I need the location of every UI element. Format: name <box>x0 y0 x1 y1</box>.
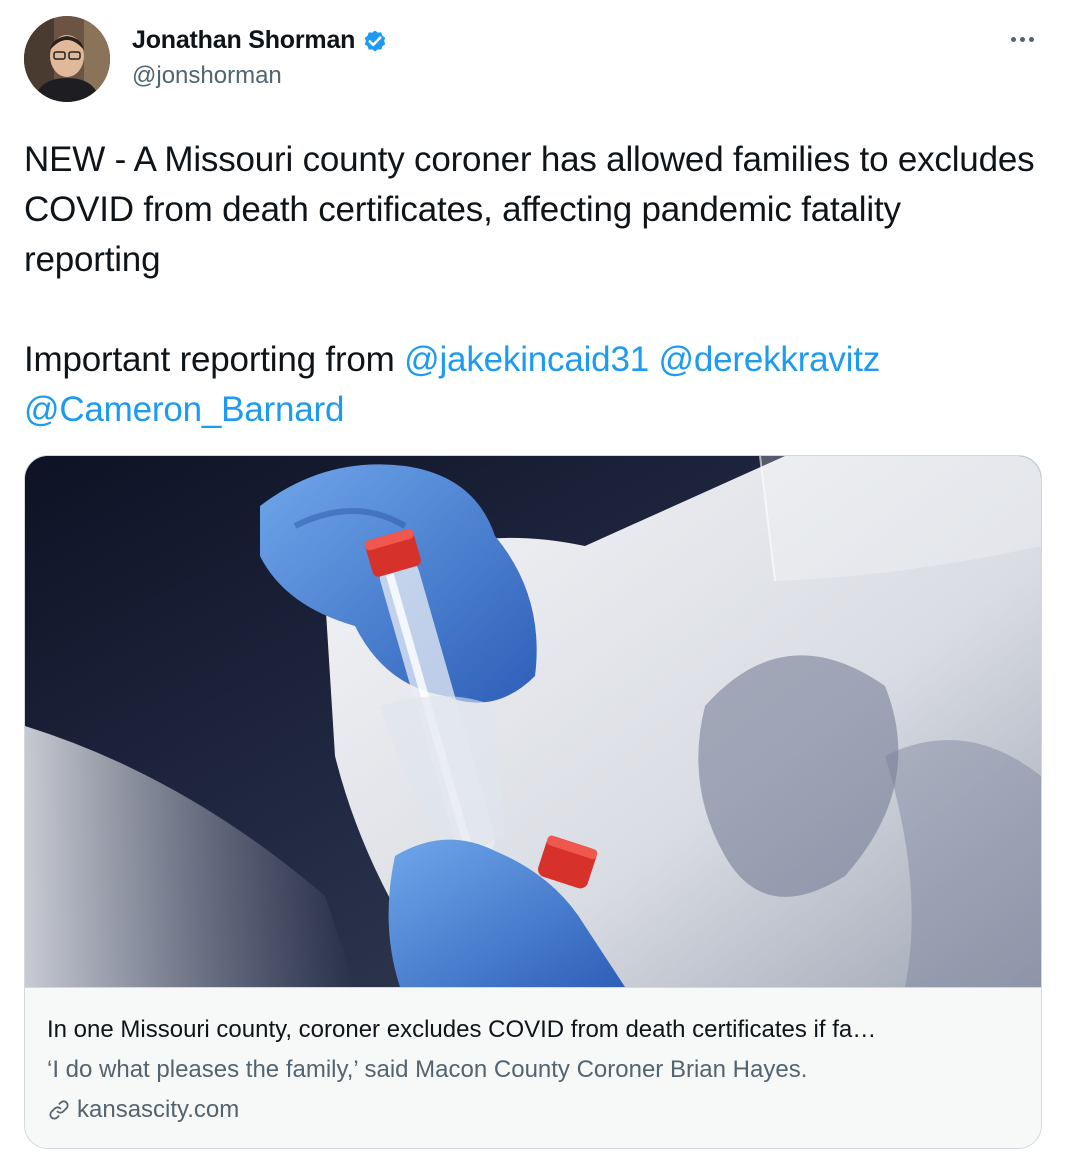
verified-badge-icon <box>361 27 389 55</box>
card-domain-text[interactable]: kansascity.com <box>77 1096 239 1124</box>
tweet-text: NEW - A Missouri county coroner has allo… <box>24 135 1044 435</box>
card-image[interactable] <box>25 456 1041 987</box>
card-info[interactable]: In one Missouri county, coroner excludes… <box>25 987 1041 1148</box>
tweet-text-paragraph-2: Important reporting from @jakekincaid31 … <box>24 335 1044 435</box>
mention-link-jakekincaid31[interactable]: @jakekincaid31 <box>404 340 649 379</box>
card-description: ‘I do what pleases the family,’ said Mac… <box>47 1056 808 1083</box>
tweet-text-prefix: Important reporting from <box>24 340 405 379</box>
mention-link-derekkravitz[interactable]: @derekkravitz <box>659 340 881 379</box>
author-handle[interactable]: @jonshorman <box>132 62 282 90</box>
link-icon <box>47 1098 71 1122</box>
link-preview-card[interactable]: In one Missouri county, coroner excludes… <box>24 455 1042 1149</box>
mention-link-cameron-barnard[interactable]: @Cameron_Barnard <box>24 390 344 429</box>
tweet-text-paragraph-1: NEW - A Missouri county coroner has allo… <box>24 140 1035 279</box>
author-display-name[interactable]: Jonathan Shorman <box>132 26 355 55</box>
more-options-icon[interactable] <box>1002 24 1042 54</box>
card-title[interactable]: In one Missouri county, coroner excludes… <box>47 1016 1027 1044</box>
author-name-row[interactable]: Jonathan Shorman <box>132 26 389 55</box>
avatar[interactable] <box>24 16 110 102</box>
card-domain[interactable]: kansascity.com <box>47 1096 239 1124</box>
